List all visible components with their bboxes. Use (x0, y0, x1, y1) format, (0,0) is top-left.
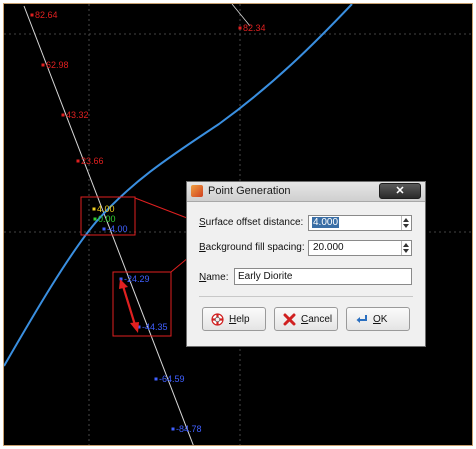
ok-label-rest: K (380, 314, 388, 325)
background-fill-spinbox[interactable]: 20.000 (308, 240, 412, 256)
red-point-label-marker (238, 26, 242, 30)
enter-arrow-icon (356, 315, 367, 323)
cancel-label: Cancel (301, 314, 332, 325)
red-point-label: 23.66 (81, 156, 104, 166)
cancel-label-rest: ancel (308, 314, 333, 325)
red-point-label-marker (41, 63, 45, 67)
background-fill-label-text: ackground fill spacing: (205, 242, 305, 253)
spin-up-icon[interactable] (403, 243, 409, 247)
arrow-head (130, 322, 139, 333)
red-point-label-marker (76, 159, 80, 163)
name-label-text: ame: (206, 272, 229, 283)
red-point-label: 43.32 (66, 110, 89, 120)
red-point-label-marker (30, 13, 34, 17)
blue-point-label: -24.29 (124, 274, 150, 284)
help-button[interactable]: Help (202, 307, 266, 331)
spin-arrows[interactable] (401, 241, 411, 255)
name-input[interactable]: Early Diorite (234, 268, 412, 285)
yellow-point-label-marker (92, 207, 96, 211)
red-point-label: 82.34 (243, 23, 266, 33)
mnemonic-s: S (199, 217, 206, 228)
blue-point-label: -84.78 (176, 424, 202, 434)
mnemonic-b: B (199, 242, 206, 253)
surface-offset-value[interactable]: 4.000 (312, 217, 340, 228)
spacing-arrow (121, 285, 137, 326)
blue-point-label-marker (102, 227, 106, 231)
cancel-button[interactable]: Cancel (274, 307, 338, 331)
blue-point-label-marker (154, 377, 158, 381)
green-point-label: 0.00 (98, 214, 116, 224)
blue-point-label: -64.59 (159, 374, 185, 384)
blue-point-label-marker (171, 427, 175, 431)
lifebuoy-icon (211, 313, 224, 326)
red-point-label: 62.98 (46, 60, 69, 70)
spin-arrows[interactable] (401, 216, 411, 230)
spin-up-icon[interactable] (403, 218, 409, 222)
blue-point-label: -4.00 (107, 224, 128, 234)
dialog-titlebar[interactable]: Point Generation ✕ (187, 182, 425, 202)
mnemonic-o: O (373, 314, 381, 325)
spin-down-icon[interactable] (403, 224, 409, 228)
blue-point-label: -44.35 (142, 322, 168, 332)
app-icon (191, 185, 203, 197)
red-point-label: 82.64 (35, 10, 58, 20)
dialog-title: Point Generation (208, 185, 291, 197)
ok-label: OK (373, 314, 387, 325)
yellow-point-label: 4.00 (97, 204, 115, 214)
background-fill-value[interactable]: 20.000 (312, 242, 345, 253)
name-label: Name: (199, 272, 228, 283)
background-fill-label: Background fill spacing: (199, 242, 305, 253)
point-generation-dialog: Point Generation ✕ Surface offset distan… (186, 181, 426, 347)
surface-offset-label-text: urface offset distance: (205, 217, 304, 228)
spin-down-icon[interactable] (403, 249, 409, 253)
cancel-x-icon (283, 313, 296, 326)
help-label: Help (229, 314, 250, 325)
green-point-label-marker (93, 217, 97, 221)
surface-offset-label: Surface offset distance: (199, 217, 303, 228)
close-button[interactable]: ✕ (379, 183, 421, 199)
separator (199, 296, 413, 297)
help-label-rest: elp (236, 314, 250, 325)
ok-button[interactable]: OK (346, 307, 410, 331)
red-point-label-marker (61, 113, 65, 117)
surface-offset-spinbox[interactable]: 4.000 (308, 215, 412, 231)
